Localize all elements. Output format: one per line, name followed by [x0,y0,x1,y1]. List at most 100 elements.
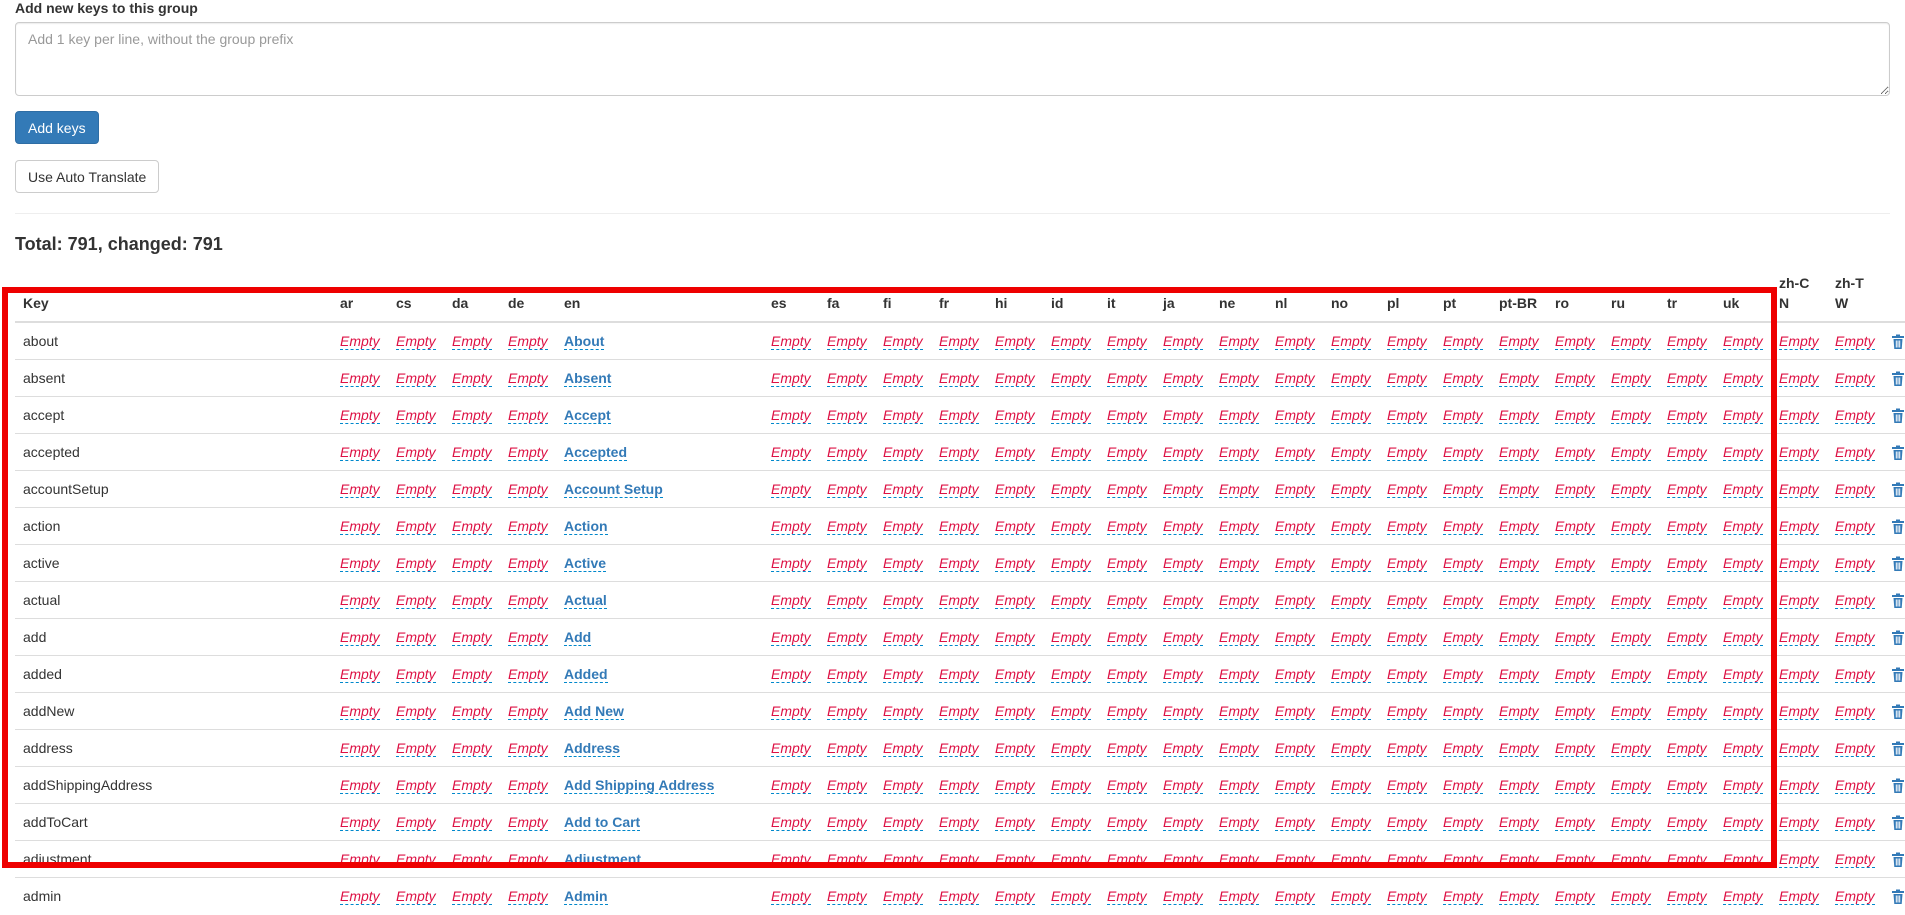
empty-translation-link[interactable]: Empty [1051,518,1091,535]
trash-icon[interactable] [1891,630,1905,646]
empty-translation-link[interactable]: Empty [995,888,1035,905]
empty-translation-link[interactable]: Empty [1611,888,1651,905]
trash-icon[interactable] [1891,852,1905,868]
empty-translation-link[interactable]: Empty [1555,629,1595,646]
empty-translation-link[interactable]: Empty [939,814,979,831]
empty-translation-link[interactable]: Empty [995,555,1035,572]
trash-icon[interactable] [1891,371,1905,387]
empty-translation-link[interactable]: Empty [1163,814,1203,831]
empty-translation-link[interactable]: Empty [452,851,492,868]
trash-icon[interactable] [1891,741,1905,757]
empty-translation-link[interactable]: Empty [1555,740,1595,757]
empty-translation-link[interactable]: Empty [1835,518,1875,535]
empty-translation-link[interactable]: Empty [1555,666,1595,683]
empty-translation-link[interactable]: Empty [1723,481,1763,498]
empty-translation-link[interactable]: Empty [508,703,548,720]
empty-translation-link[interactable]: Empty [1835,629,1875,646]
empty-translation-link[interactable]: Empty [1387,703,1427,720]
empty-translation-link[interactable]: Empty [1163,740,1203,757]
empty-translation-link[interactable]: Empty [1443,444,1483,461]
empty-translation-link[interactable]: Empty [1555,592,1595,609]
empty-translation-link[interactable]: Empty [396,444,436,461]
empty-translation-link[interactable]: Empty [939,703,979,720]
empty-translation-link[interactable]: Empty [1667,740,1707,757]
empty-translation-link[interactable]: Empty [396,777,436,794]
empty-translation-link[interactable]: Empty [827,407,867,424]
empty-translation-link[interactable]: Empty [396,481,436,498]
empty-translation-link[interactable]: Empty [1163,888,1203,905]
translation-value-en[interactable]: Actual [564,592,607,609]
empty-translation-link[interactable]: Empty [1331,370,1371,387]
empty-translation-link[interactable]: Empty [1723,851,1763,868]
empty-translation-link[interactable]: Empty [939,592,979,609]
empty-translation-link[interactable]: Empty [1499,851,1539,868]
translation-value-en[interactable]: Add New [564,703,624,720]
empty-translation-link[interactable]: Empty [995,666,1035,683]
empty-translation-link[interactable]: Empty [1051,481,1091,498]
empty-translation-link[interactable]: Empty [508,518,548,535]
empty-translation-link[interactable]: Empty [1779,740,1819,757]
empty-translation-link[interactable]: Empty [1723,444,1763,461]
empty-translation-link[interactable]: Empty [1275,592,1315,609]
empty-translation-link[interactable]: Empty [1443,555,1483,572]
empty-translation-link[interactable]: Empty [1835,370,1875,387]
empty-translation-link[interactable]: Empty [771,740,811,757]
empty-translation-link[interactable]: Empty [1611,814,1651,831]
empty-translation-link[interactable]: Empty [771,333,811,350]
empty-translation-link[interactable]: Empty [1107,592,1147,609]
empty-translation-link[interactable]: Empty [1499,407,1539,424]
empty-translation-link[interactable]: Empty [1387,740,1427,757]
empty-translation-link[interactable]: Empty [771,777,811,794]
empty-translation-link[interactable]: Empty [1275,814,1315,831]
translation-value-en[interactable]: Add to Cart [564,814,641,831]
empty-translation-link[interactable]: Empty [771,444,811,461]
empty-translation-link[interactable]: Empty [1611,666,1651,683]
empty-translation-link[interactable]: Empty [1387,629,1427,646]
empty-translation-link[interactable]: Empty [827,777,867,794]
empty-translation-link[interactable]: Empty [1331,444,1371,461]
empty-translation-link[interactable]: Empty [452,666,492,683]
empty-translation-link[interactable]: Empty [1667,592,1707,609]
empty-translation-link[interactable]: Empty [1443,814,1483,831]
empty-translation-link[interactable]: Empty [1219,444,1259,461]
empty-translation-link[interactable]: Empty [1163,629,1203,646]
empty-translation-link[interactable]: Empty [340,481,380,498]
empty-translation-link[interactable]: Empty [939,777,979,794]
empty-translation-link[interactable]: Empty [1443,740,1483,757]
empty-translation-link[interactable]: Empty [396,518,436,535]
empty-translation-link[interactable]: Empty [1107,370,1147,387]
empty-translation-link[interactable]: Empty [396,629,436,646]
empty-translation-link[interactable]: Empty [1443,666,1483,683]
empty-translation-link[interactable]: Empty [883,370,923,387]
empty-translation-link[interactable]: Empty [771,703,811,720]
empty-translation-link[interactable]: Empty [771,407,811,424]
empty-translation-link[interactable]: Empty [1723,592,1763,609]
empty-translation-link[interactable]: Empty [1835,851,1875,868]
empty-translation-link[interactable]: Empty [1275,740,1315,757]
empty-translation-link[interactable]: Empty [1779,518,1819,535]
empty-translation-link[interactable]: Empty [995,444,1035,461]
add-keys-button[interactable]: Add keys [15,111,99,144]
empty-translation-link[interactable]: Empty [1275,518,1315,535]
empty-translation-link[interactable]: Empty [1107,666,1147,683]
empty-translation-link[interactable]: Empty [995,407,1035,424]
empty-translation-link[interactable]: Empty [1611,555,1651,572]
empty-translation-link[interactable]: Empty [771,814,811,831]
empty-translation-link[interactable]: Empty [1219,333,1259,350]
empty-translation-link[interactable]: Empty [1835,444,1875,461]
empty-translation-link[interactable]: Empty [1219,777,1259,794]
empty-translation-link[interactable]: Empty [1723,333,1763,350]
empty-translation-link[interactable]: Empty [771,481,811,498]
empty-translation-link[interactable]: Empty [1163,555,1203,572]
empty-translation-link[interactable]: Empty [452,592,492,609]
empty-translation-link[interactable]: Empty [340,444,380,461]
empty-translation-link[interactable]: Empty [396,888,436,905]
empty-translation-link[interactable]: Empty [1107,740,1147,757]
empty-translation-link[interactable]: Empty [1107,629,1147,646]
empty-translation-link[interactable]: Empty [995,629,1035,646]
empty-translation-link[interactable]: Empty [1667,777,1707,794]
empty-translation-link[interactable]: Empty [883,592,923,609]
empty-translation-link[interactable]: Empty [1555,481,1595,498]
empty-translation-link[interactable]: Empty [1499,666,1539,683]
empty-translation-link[interactable]: Empty [1835,407,1875,424]
